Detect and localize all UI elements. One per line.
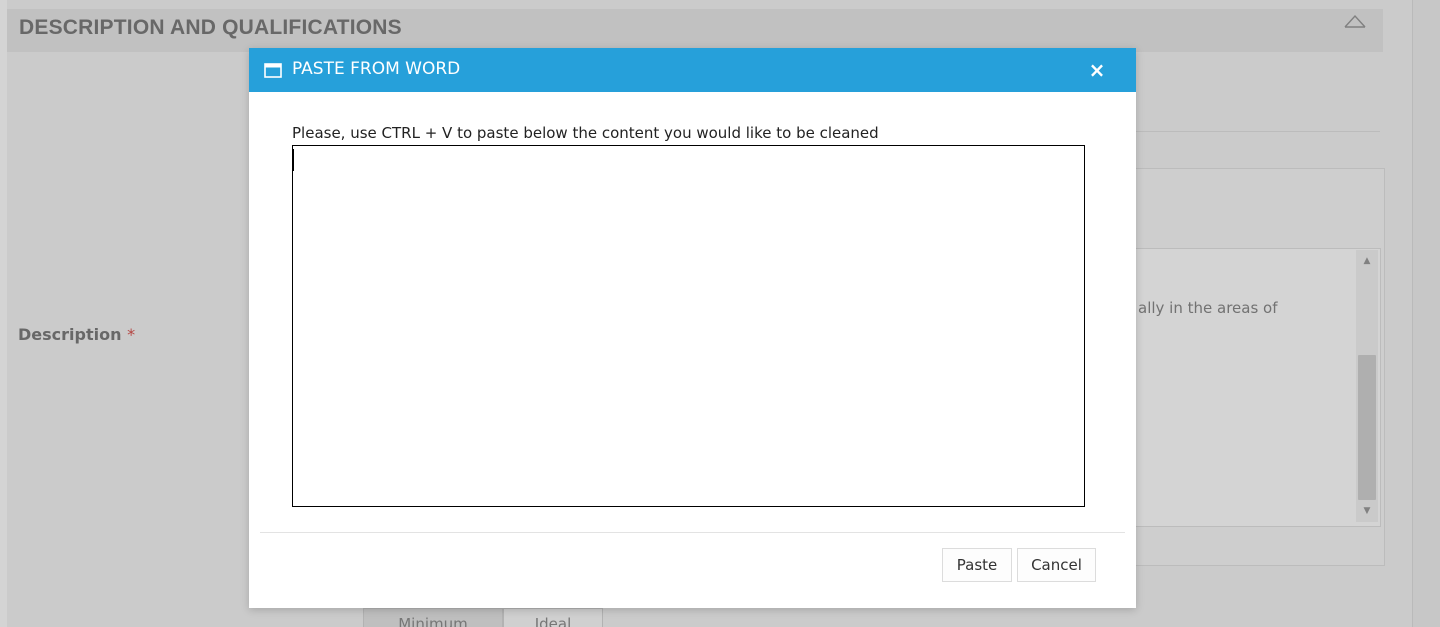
paste-from-word-dialog: PASTE FROM WORD × Please, use CTRL + V t… bbox=[249, 48, 1136, 608]
paste-area[interactable] bbox=[292, 145, 1085, 507]
dialog-footer-divider bbox=[260, 532, 1125, 533]
cancel-button[interactable]: Cancel bbox=[1017, 548, 1096, 582]
dialog-header: PASTE FROM WORD × bbox=[249, 48, 1136, 92]
text-caret bbox=[293, 149, 294, 171]
paste-button[interactable]: Paste bbox=[942, 548, 1012, 582]
close-icon[interactable]: × bbox=[1088, 58, 1106, 82]
paste-instruction: Please, use CTRL + V to paste below the … bbox=[292, 124, 879, 142]
dialog-title: PASTE FROM WORD bbox=[292, 59, 461, 79]
window-icon bbox=[264, 63, 282, 78]
